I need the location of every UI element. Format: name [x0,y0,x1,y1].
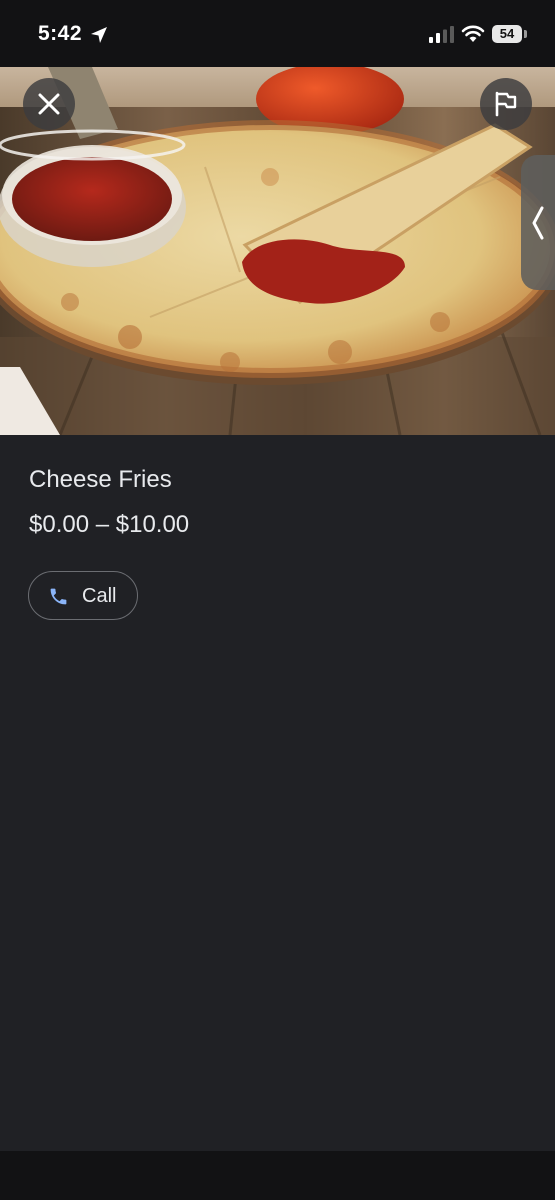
close-icon [38,93,60,115]
battery-icon: 54 [492,25,522,43]
battery-nub [524,30,527,38]
report-flag-button[interactable] [480,78,532,130]
flag-icon [495,91,517,117]
price-range: $0.00 – $10.00 [29,511,190,538]
location-arrow-icon [91,27,107,43]
photo-side-handle[interactable] [521,155,555,290]
bottom-system-bar [0,1151,555,1200]
battery-level: 54 [499,26,515,41]
chevron-left-icon [532,206,544,239]
place-photo[interactable] [0,67,555,435]
status-time: 5:42 [38,22,83,45]
wifi-icon [461,25,485,42]
close-button[interactable] [23,78,75,130]
photo-illustration [0,67,555,435]
status-bar: 5:42 54 [0,0,555,67]
cellular-signal-icon [429,26,454,43]
call-label: Call [82,585,117,607]
phone-icon [50,588,67,605]
call-button[interactable]: Call [28,571,138,620]
place-name: Cheese Fries [29,466,172,493]
